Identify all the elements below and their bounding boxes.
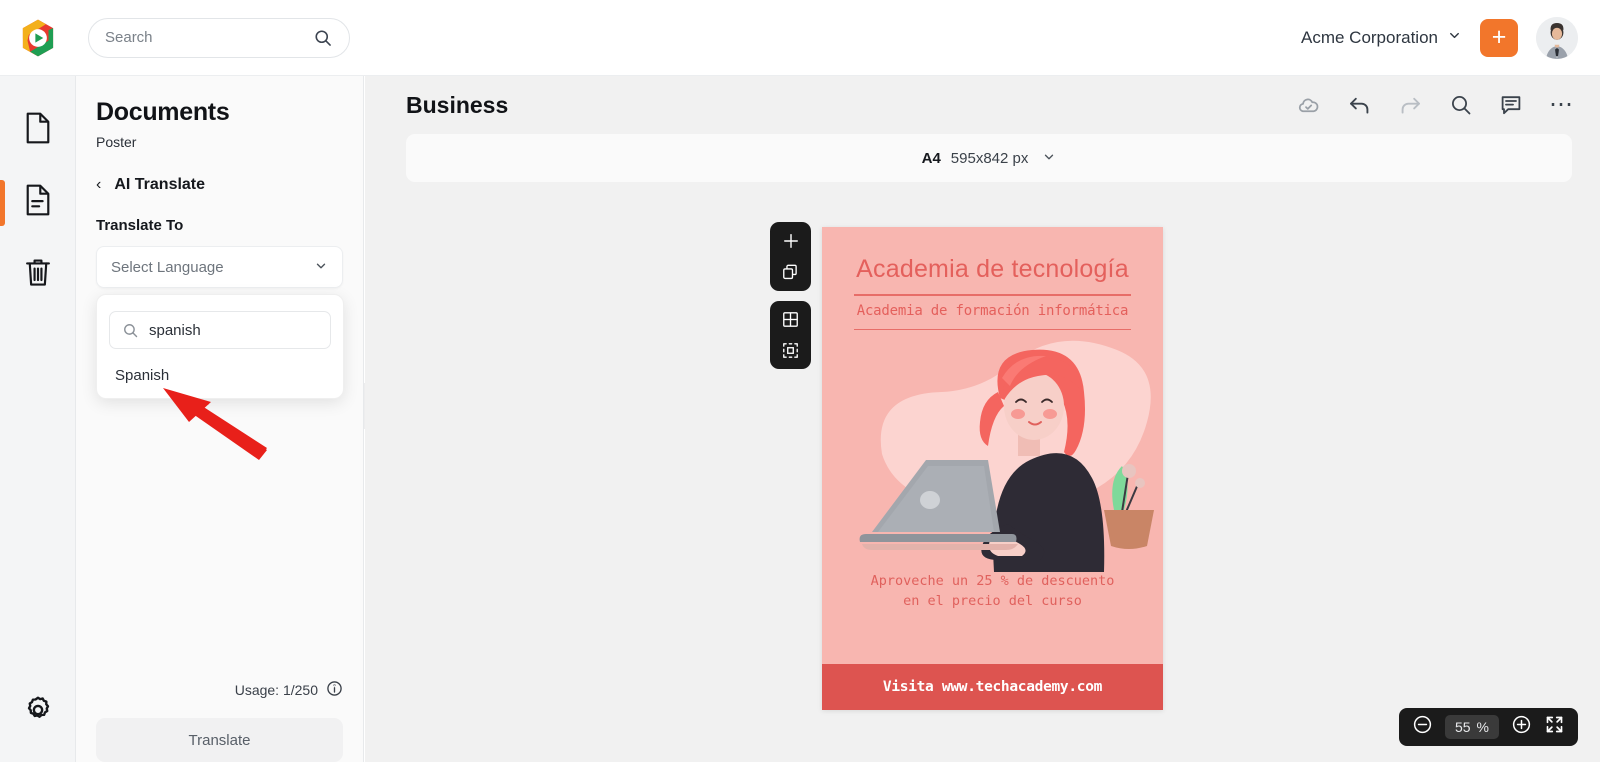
canvas-tools-layout [770, 301, 811, 369]
org-switcher[interactable]: Acme Corporation [1301, 28, 1462, 48]
page-title: Documents [96, 98, 230, 126]
undo-arrow-icon[interactable] [1347, 93, 1372, 118]
top-bar-right: Acme Corporation + [1301, 16, 1600, 59]
chevron-left-icon: ‹ [96, 176, 102, 193]
plus-icon[interactable] [781, 231, 801, 251]
trash-icon [24, 256, 52, 293]
zoom-percent-symbol: % [1476, 719, 1489, 735]
language-search-field[interactable]: spanish [109, 311, 331, 349]
search-icon [313, 28, 333, 48]
create-new-button[interactable]: + [1480, 18, 1518, 57]
lined-page-icon [24, 184, 52, 221]
gear-icon [23, 695, 53, 730]
ellipsis-icon[interactable]: ⋯ [1549, 93, 1574, 117]
copy-icon[interactable] [781, 263, 800, 282]
rail-item-trash[interactable] [0, 238, 76, 310]
left-rail [0, 76, 76, 762]
chevron-down-icon [314, 259, 328, 276]
language-select[interactable]: Select Language [96, 246, 343, 288]
main-header: Business ⋯ [365, 76, 1600, 134]
rail-item-documents[interactable] [0, 94, 76, 166]
language-select-value: Select Language [111, 258, 224, 276]
comment-icon[interactable] [1499, 93, 1523, 117]
poster-canvas[interactable]: Academia de tecnología Academia de forma… [822, 227, 1163, 710]
app-logo-hexagon-play-icon [22, 19, 54, 56]
side-panel: Documents Poster ‹ AI Translate Translat… [76, 76, 364, 762]
dashed-select-icon[interactable] [781, 341, 800, 360]
ai-translate-heading: AI Translate [114, 176, 206, 193]
search-icon [122, 322, 139, 339]
rail-item-pages[interactable] [0, 166, 76, 238]
zoom-level-value: 55 [1454, 719, 1471, 735]
global-search[interactable]: Search [88, 17, 350, 58]
cloud-check-icon[interactable] [1296, 93, 1321, 118]
poster-divider-bottom [854, 328, 1131, 330]
plus-icon: + [1491, 23, 1507, 51]
poster-subtitle: Academia de formación informática [856, 302, 1129, 319]
translate-to-label: Translate To [96, 217, 184, 234]
chevron-down-icon [1447, 28, 1462, 48]
page-size-bar[interactable]: A4 595x842 px [406, 134, 1572, 182]
blank-page-icon [24, 112, 52, 149]
chevron-down-icon [1042, 150, 1056, 167]
usage-row: Usage: 1/250 [96, 680, 343, 700]
usage-text: Usage: 1/250 [234, 682, 318, 698]
redo-arrow-icon[interactable] [1398, 93, 1423, 118]
poster-promo-line-2: en el precio del curso [903, 592, 1082, 609]
zoom-controls: 55 % [1398, 708, 1578, 746]
language-option-spanish[interactable]: Spanish [109, 367, 331, 384]
fullscreen-icon[interactable] [1544, 714, 1565, 740]
page-size-preset: A4 [921, 149, 941, 167]
poster-illustration [822, 334, 1163, 572]
rail-item-settings[interactable] [0, 676, 76, 748]
grid-icon[interactable] [781, 310, 800, 329]
zoom-level[interactable]: 55 % [1444, 715, 1499, 739]
translate-button[interactable]: Translate [96, 718, 343, 762]
page-size-dimensions: 595x842 px [950, 149, 1029, 167]
document-title: Business [406, 91, 509, 118]
minus-circle-icon[interactable] [1412, 714, 1433, 740]
plus-circle-icon[interactable] [1511, 714, 1532, 740]
canvas-tools-add [770, 222, 811, 291]
woman-at-laptop-illustration-icon [859, 340, 1154, 572]
translate-button-label: Translate [188, 731, 251, 749]
avatar-icon [1536, 16, 1578, 59]
org-name: Acme Corporation [1300, 27, 1438, 47]
app-root: Search Acme Corporation + Documents Post… [0, 0, 1600, 762]
user-avatar[interactable] [1536, 16, 1578, 59]
info-icon[interactable] [326, 680, 343, 700]
ai-translate-back-row[interactable]: ‹ AI Translate [96, 176, 343, 194]
app-logo[interactable] [0, 17, 76, 59]
language-search-input[interactable]: spanish [149, 322, 201, 339]
main-area: Business ⋯ A4 595x842 px Academia de tec… [365, 76, 1600, 762]
search-icon[interactable] [1449, 93, 1473, 117]
poster-divider-top [854, 294, 1131, 296]
search-input[interactable]: Search [105, 29, 313, 46]
top-bar: Search Acme Corporation + [0, 0, 1600, 76]
document-type-label: Poster [96, 134, 137, 150]
poster-footer-band: Visita www.techacademy.com [822, 664, 1163, 710]
document-toolbar: ⋯ [1296, 93, 1574, 118]
poster-website: Visita www.techacademy.com [882, 679, 1103, 695]
poster-promo-line-1: Aproveche un 25 % de descuento [870, 573, 1115, 589]
poster-title: Academia de tecnología [856, 255, 1129, 283]
language-dropdown: spanish Spanish [96, 294, 344, 399]
